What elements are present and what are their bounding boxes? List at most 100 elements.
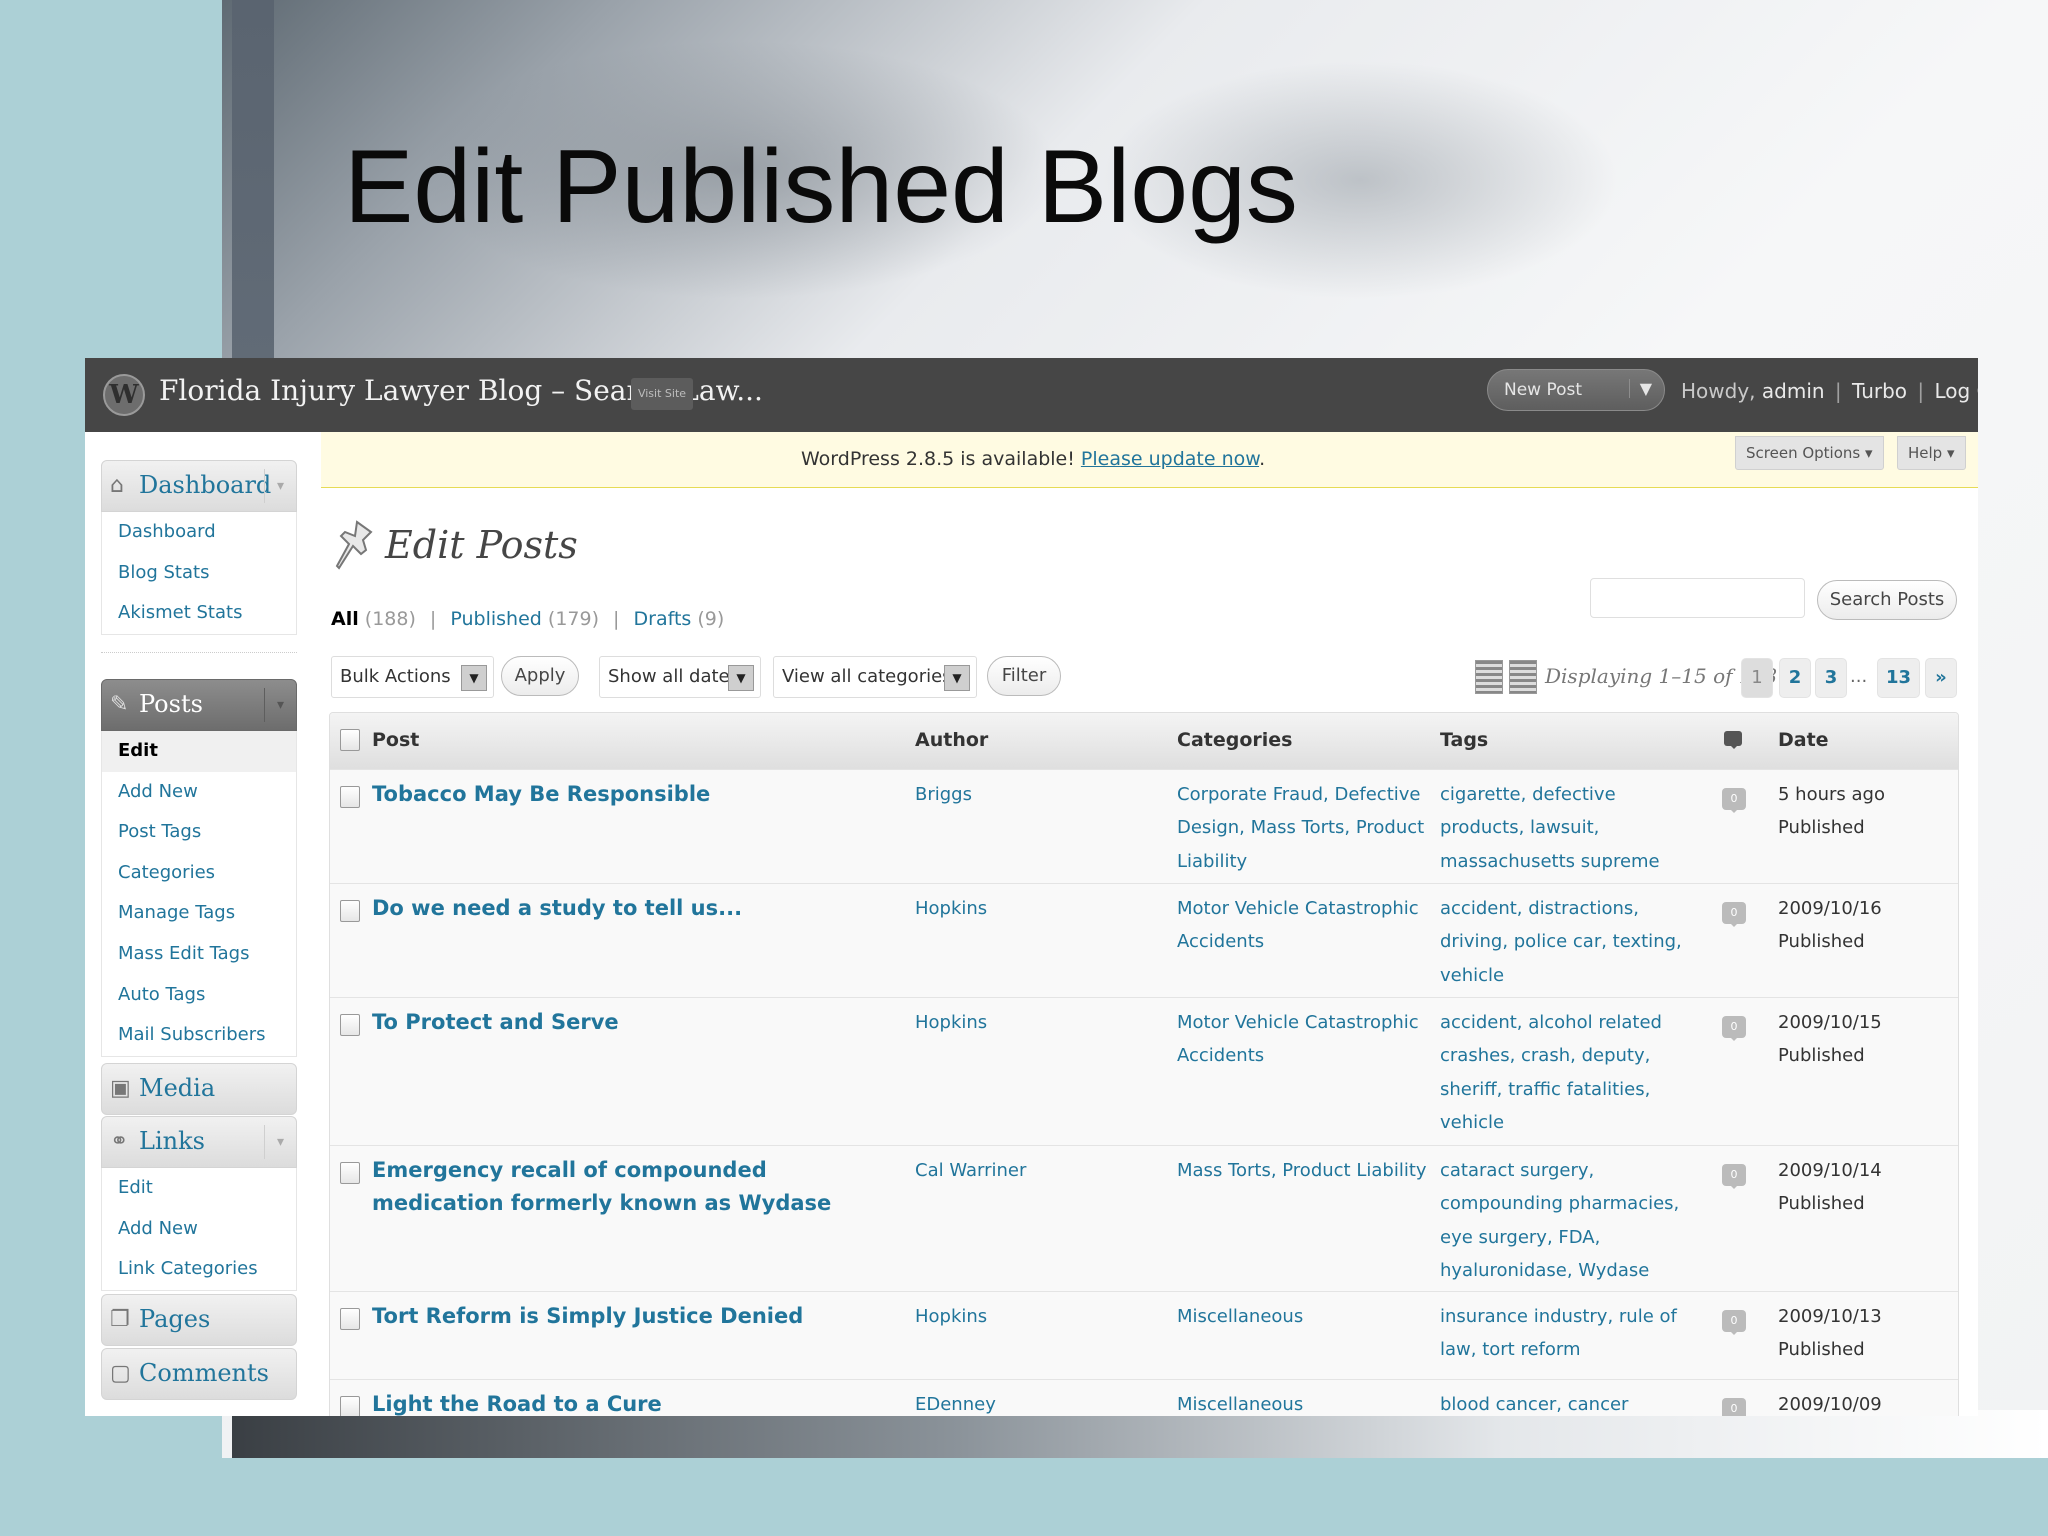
apply-button[interactable]: Apply [501, 656, 579, 696]
view-published-link[interactable]: Published [450, 608, 541, 630]
sidebar-item-edit[interactable]: Edit [102, 731, 296, 772]
menu-media-label[interactable]: Media [139, 1074, 215, 1102]
comment-count-bubble[interactable]: 0 [1722, 902, 1746, 927]
page-3-link[interactable]: 3 [1815, 658, 1847, 698]
menu-toggle-icon[interactable]: ▾ [264, 1125, 296, 1159]
menu-pages-label[interactable]: Pages [139, 1305, 210, 1333]
comment-count-bubble[interactable]: 0 [1722, 1016, 1746, 1041]
menu-toggle-icon[interactable]: ▾ [264, 469, 296, 503]
sidebar-item-blog-stats[interactable]: Blog Stats [102, 553, 296, 594]
post-title-link[interactable]: Tobacco May Be Responsible [372, 778, 842, 811]
help-button[interactable]: Help ▾ [1897, 436, 1966, 470]
column-header-date[interactable]: Date [1778, 729, 1829, 751]
chevron-down-icon[interactable]: ▼ [944, 665, 970, 691]
select-all-checkbox[interactable] [340, 729, 360, 751]
row-checkbox[interactable] [340, 1308, 360, 1330]
menu-toggle-icon[interactable]: ▾ [264, 688, 296, 722]
sidebar-item-auto-tags[interactable]: Auto Tags [102, 975, 296, 1016]
column-header-categories[interactable]: Categories [1177, 729, 1292, 751]
post-categories[interactable]: Miscellaneous [1177, 1388, 1427, 1416]
menu-comments-label[interactable]: Comments [139, 1359, 269, 1387]
post-categories[interactable]: Motor Vehicle Catastrophic Accidents [1177, 1006, 1427, 1073]
row-checkbox[interactable] [340, 1396, 360, 1416]
comment-count-bubble[interactable]: 0 [1722, 1398, 1746, 1416]
post-tags[interactable]: accident, alcohol related crashes, crash… [1440, 1006, 1700, 1140]
post-title-link[interactable]: Emergency recall of compounded medicatio… [372, 1154, 842, 1220]
post-title-link[interactable]: Do we need a study to tell us... [372, 892, 842, 925]
post-title-link[interactable]: Light the Road to a Cure [372, 1388, 842, 1416]
post-author-link[interactable]: Hopkins [915, 892, 1155, 925]
column-header-author[interactable]: Author [915, 729, 988, 751]
menu-dashboard-label[interactable]: Dashboard [139, 471, 271, 499]
menu-comments[interactable]: ▢ Comments [101, 1348, 297, 1400]
post-author-link[interactable]: Cal Warriner [915, 1154, 1155, 1187]
row-checkbox[interactable] [340, 900, 360, 922]
post-categories[interactable]: Motor Vehicle Catastrophic Accidents [1177, 892, 1427, 959]
post-categories[interactable]: Corporate Fraud, Defective Design, Mass … [1177, 778, 1427, 878]
sidebar-item-link-categories[interactable]: Link Categories [102, 1249, 296, 1290]
post-author-link[interactable]: Hopkins [915, 1006, 1155, 1039]
post-title-link[interactable]: To Protect and Serve [372, 1006, 842, 1039]
menu-posts-label[interactable]: Posts [139, 690, 203, 718]
filter-button[interactable]: Filter [987, 656, 1061, 696]
search-posts-input[interactable] [1590, 578, 1805, 618]
post-author-link[interactable]: EDenney [915, 1388, 1155, 1416]
post-tags[interactable]: blood cancer, cancer [1440, 1388, 1700, 1416]
sidebar-item-links-edit[interactable]: Edit [102, 1168, 296, 1209]
wordpress-logo-icon[interactable]: W [103, 374, 145, 416]
post-categories[interactable]: Mass Torts, Product Liability [1177, 1154, 1427, 1187]
date-filter-select[interactable]: Show all dates ▼ [599, 656, 761, 698]
turbo-link[interactable]: Turbo [1852, 379, 1907, 403]
row-checkbox[interactable] [340, 786, 360, 808]
sidebar-item-mail-subscribers[interactable]: Mail Subscribers [102, 1015, 296, 1056]
sidebar-item-akismet-stats[interactable]: Akismet Stats [102, 593, 296, 634]
menu-pages[interactable]: ❐ Pages [101, 1294, 297, 1346]
comment-count-bubble[interactable]: 0 [1722, 1310, 1746, 1335]
sidebar-item-add-new[interactable]: Add New [102, 772, 296, 813]
list-view-icon[interactable] [1475, 660, 1503, 694]
column-header-post[interactable]: Post [372, 729, 419, 751]
sidebar-item-post-tags[interactable]: Post Tags [102, 812, 296, 853]
page-2-link[interactable]: 2 [1779, 658, 1811, 698]
row-checkbox[interactable] [340, 1162, 360, 1184]
post-tags[interactable]: accident, distractions, driving, police … [1440, 892, 1700, 992]
chevron-down-icon[interactable]: ▼ [728, 665, 754, 691]
user-link[interactable]: admin [1762, 379, 1825, 403]
menu-media[interactable]: ▣ Media [101, 1063, 297, 1115]
sidebar-item-manage-tags[interactable]: Manage Tags [102, 893, 296, 934]
sidebar-item-mass-edit-tags[interactable]: Mass Edit Tags [102, 934, 296, 975]
post-title-link[interactable]: Tort Reform is Simply Justice Denied [372, 1300, 842, 1333]
view-drafts-link[interactable]: Drafts [634, 608, 692, 630]
logout-link[interactable]: Log Out [1935, 379, 1978, 403]
bulk-actions-select[interactable]: Bulk Actions ▼ [331, 656, 494, 698]
comment-count-bubble[interactable]: 0 [1722, 1164, 1746, 1189]
row-checkbox[interactable] [340, 1014, 360, 1036]
page-13-link[interactable]: 13 [1877, 658, 1921, 698]
screen-options-button[interactable]: Screen Options ▾ [1735, 436, 1884, 470]
chevron-down-icon[interactable]: ▼ [1628, 379, 1652, 398]
sidebar-item-dashboard[interactable]: Dashboard [102, 512, 296, 553]
menu-posts[interactable]: ✎ Posts ▾ [101, 679, 297, 731]
column-header-tags[interactable]: Tags [1440, 729, 1488, 751]
update-now-link[interactable]: Please update now [1081, 448, 1259, 470]
sidebar-item-categories[interactable]: Categories [102, 853, 296, 894]
post-author-link[interactable]: Hopkins [915, 1300, 1155, 1333]
next-page-link[interactable]: » [1925, 658, 1957, 698]
menu-links-label[interactable]: Links [139, 1127, 205, 1155]
category-filter-select[interactable]: View all categories ▼ [773, 656, 977, 698]
view-all-link[interactable]: All [331, 608, 359, 630]
post-tags[interactable]: cataract surgery, compounding pharmacies… [1440, 1154, 1700, 1288]
comment-count-bubble[interactable]: 0 [1722, 788, 1746, 813]
menu-separator[interactable] [101, 652, 297, 662]
excerpt-view-icon[interactable] [1509, 660, 1537, 694]
chevron-down-icon[interactable]: ▼ [461, 665, 487, 691]
visit-site-button[interactable]: Visit Site [631, 378, 693, 410]
menu-links[interactable]: ⚭ Links ▾ [101, 1116, 297, 1168]
new-post-label[interactable]: New Post [1504, 380, 1582, 400]
post-author-link[interactable]: Briggs [915, 778, 1155, 811]
menu-dashboard[interactable]: ⌂ Dashboard ▾ [101, 460, 297, 512]
post-tags[interactable]: insurance industry, rule of law, tort re… [1440, 1300, 1700, 1367]
sidebar-item-links-add-new[interactable]: Add New [102, 1209, 296, 1250]
new-post-dropdown[interactable]: New Post ▼ [1487, 369, 1665, 411]
post-categories[interactable]: Miscellaneous [1177, 1300, 1427, 1333]
